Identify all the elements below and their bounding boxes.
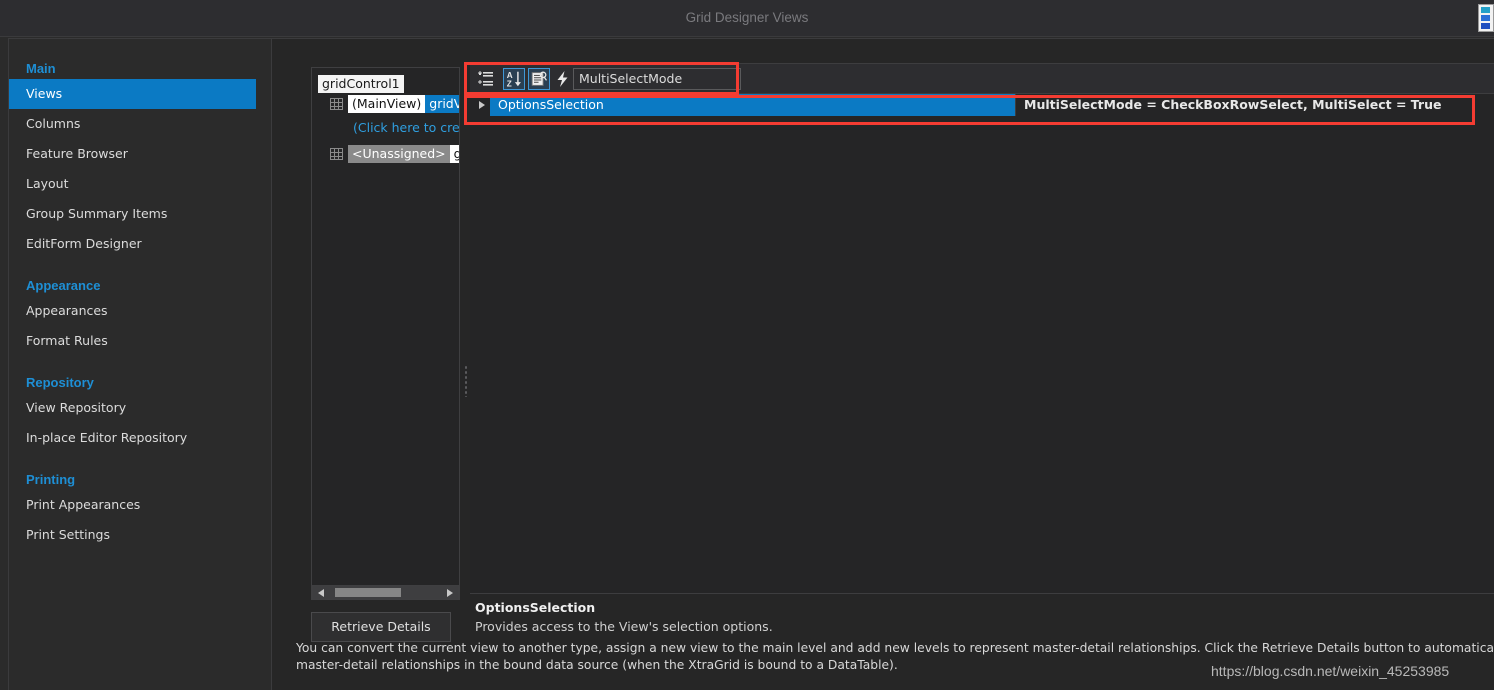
sidebar-item-layout[interactable]: Layout [9, 169, 271, 199]
sidebar-item-inplace-editor-repository[interactable]: In-place Editor Repository [9, 423, 271, 453]
property-pages-button[interactable] [528, 68, 550, 90]
categorized-list-button[interactable] [476, 68, 498, 90]
window-title-bar: Grid Designer Views [0, 0, 1494, 37]
sidebar-navigation: Main Views Columns Feature Browser Layou… [9, 39, 272, 690]
property-grid: A Z MultiSelectMode OptionsSelection Mul… [470, 63, 1494, 593]
sidebar-group-repository: Repository [26, 375, 94, 390]
sidebar-item-format-rules[interactable]: Format Rules [9, 326, 271, 356]
svg-text:Z: Z [507, 79, 512, 88]
scrollbar-thumb[interactable] [335, 588, 401, 597]
sidebar-item-appearances[interactable]: Appearances [9, 296, 271, 326]
scroll-right-icon[interactable] [443, 586, 457, 599]
property-row-optionsselection[interactable]: OptionsSelection MultiSelectMode = Check… [470, 94, 1494, 116]
grid-icon [330, 148, 343, 160]
tree-node-main-view[interactable]: (MainView)gridVie [330, 95, 459, 113]
watermark-url: https://blog.csdn.net/weixin_45253985 [1211, 663, 1450, 679]
window-title: Grid Designer Views [685, 10, 809, 25]
tree-horizontal-scrollbar[interactable] [312, 585, 459, 600]
footer-help-line-1: You can convert the current view to anot… [296, 641, 1494, 655]
grid-icon [330, 98, 343, 110]
sidebar-item-feature-browser[interactable]: Feature Browser [9, 139, 271, 169]
tree-create-level-link[interactable]: (Click here to create [353, 120, 459, 135]
tree-node-unassigned-name: grid [449, 145, 459, 163]
description-title: OptionsSelection [475, 600, 596, 615]
view-tree-panel[interactable]: gridControl1 (MainView)gridVie (Click he… [311, 67, 460, 600]
designer-dialog: Main Views Columns Feature Browser Layou… [8, 38, 1494, 690]
lightning-bolt-icon [557, 71, 568, 87]
tree-node-main-view-name: gridVie [425, 95, 459, 113]
sidebar-item-views[interactable]: Views [9, 79, 256, 109]
property-name[interactable]: OptionsSelection [490, 94, 1015, 116]
description-text: Provides access to the View's selection … [475, 619, 773, 634]
sidebar-item-columns[interactable]: Columns [9, 109, 271, 139]
sidebar-item-print-settings[interactable]: Print Settings [9, 520, 271, 550]
tree-node-root[interactable]: gridControl1 [318, 75, 404, 93]
app-icon [1478, 4, 1494, 32]
sidebar-group-appearance: Appearance [26, 278, 101, 293]
tree-node-unassigned-label: <Unassigned> [348, 145, 450, 163]
chevron-right-icon[interactable] [475, 94, 490, 116]
sidebar-group-printing: Printing [26, 472, 76, 487]
sidebar-item-editform-designer[interactable]: EditForm Designer [9, 229, 271, 259]
sidebar-item-view-repository[interactable]: View Repository [9, 393, 271, 423]
scroll-left-icon[interactable] [314, 586, 328, 599]
panel-splitter[interactable] [462, 67, 470, 600]
sidebar-group-main: Main [26, 61, 56, 76]
splitter-grip-icon [464, 365, 468, 397]
property-column-splitter[interactable] [1015, 94, 1016, 116]
tree-node-unassigned[interactable]: <Unassigned>grid [330, 145, 459, 163]
property-value[interactable]: MultiSelectMode = CheckBoxRowSelect, Mul… [1019, 94, 1489, 116]
property-search-input[interactable]: MultiSelectMode [573, 68, 741, 90]
sort-alphabetical-button[interactable]: A Z [503, 68, 525, 90]
sidebar-item-group-summary-items[interactable]: Group Summary Items [9, 199, 271, 229]
tree-node-main-view-label: (MainView) [348, 95, 426, 113]
sidebar-item-print-appearances[interactable]: Print Appearances [9, 490, 271, 520]
categorized-list-icon [478, 71, 493, 86]
property-pages-icon [531, 71, 547, 86]
retrieve-details-button[interactable]: Retrieve Details [311, 612, 451, 642]
content-area: gridControl1 (MainView)gridVie (Click he… [273, 39, 1494, 690]
sort-alphabetical-icon: A Z [507, 71, 521, 88]
property-grid-toolbar: A Z MultiSelectMode [470, 64, 1494, 94]
events-button[interactable] [552, 68, 574, 90]
